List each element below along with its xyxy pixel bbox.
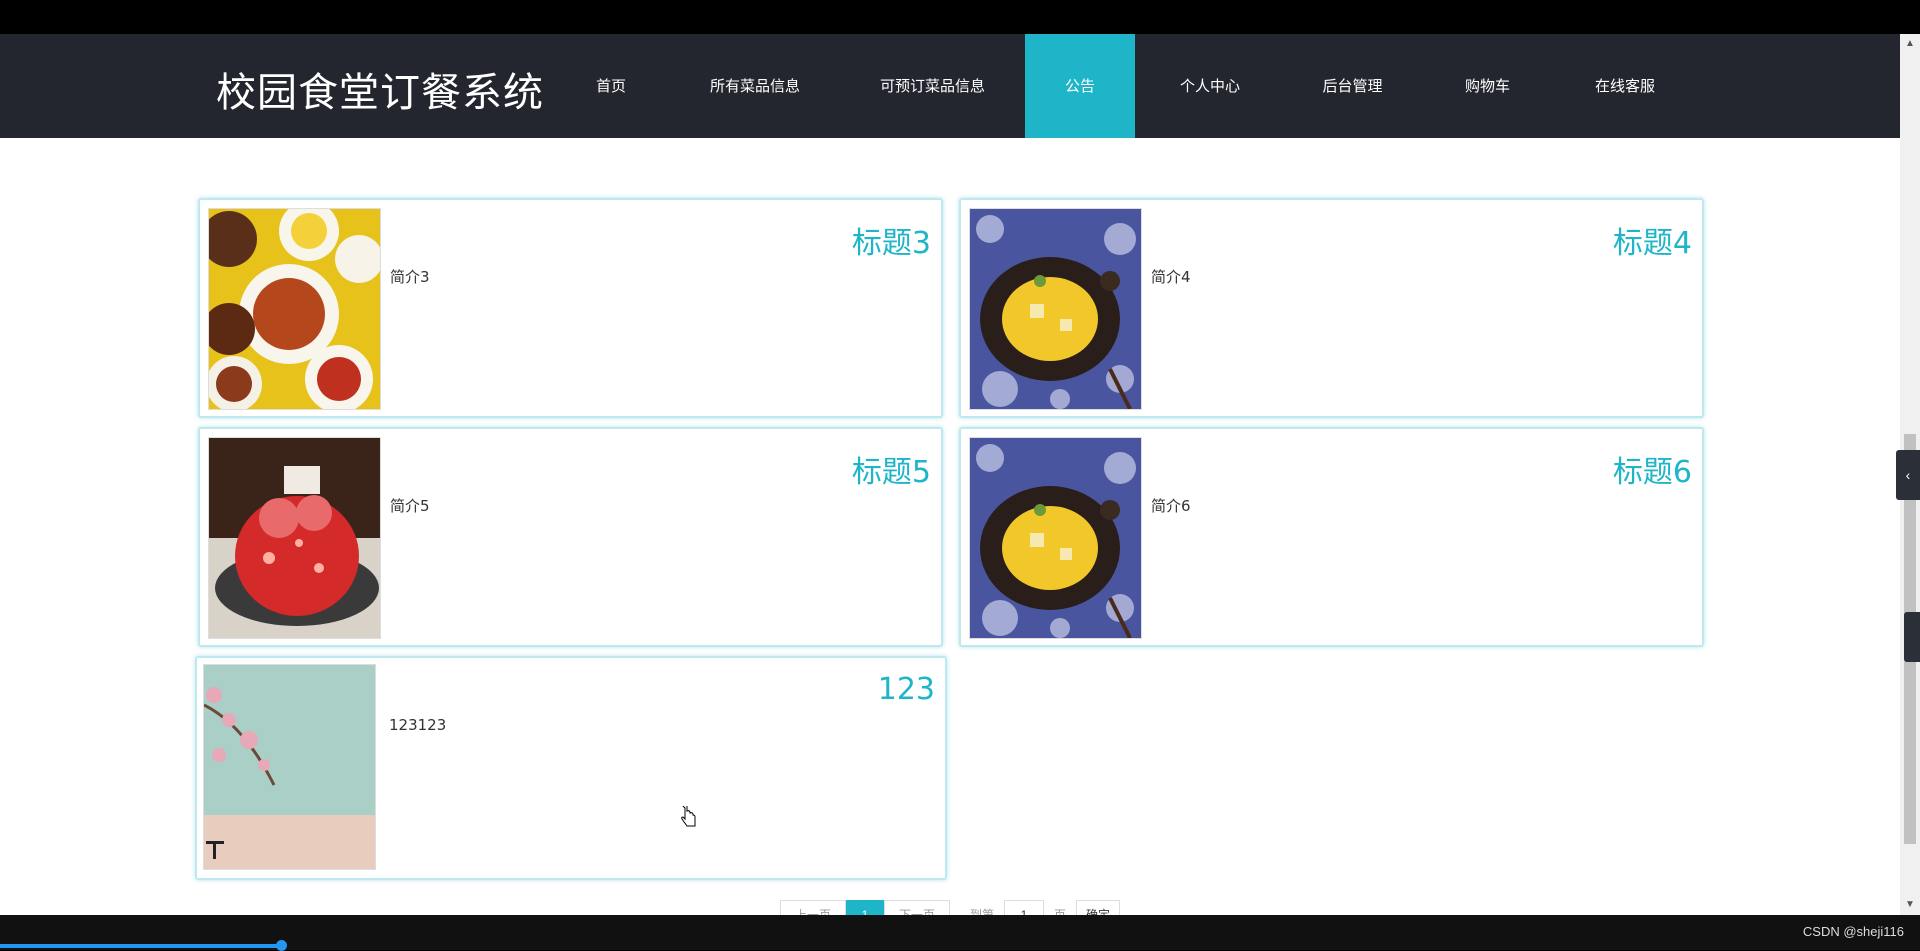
- hand-cursor-icon: [681, 806, 696, 827]
- scroll-up-arrow-icon[interactable]: ▲: [1904, 38, 1916, 50]
- video-bottom-bar: [0, 915, 1920, 950]
- card-title[interactable]: 123: [878, 672, 935, 707]
- goto-label: 到第: [970, 908, 995, 915]
- card-title[interactable]: 标题4: [1613, 218, 1692, 262]
- card-item[interactable]: 123 123123: [195, 656, 947, 880]
- watermark-text: CSDN @sheji116: [1802, 924, 1904, 939]
- card-item[interactable]: 标题4 简介4: [959, 198, 1704, 418]
- page-viewport: 标题3 简介3 标题4 简介4 标题5 简介5 标题6 简介6 123 1231…: [0, 34, 1900, 915]
- card-image: [969, 208, 1142, 410]
- nav-bookable-dishes[interactable]: 可预订菜品信息: [860, 34, 1005, 138]
- scroll-down-arrow-icon[interactable]: ▼: [1904, 899, 1916, 911]
- confirm-button[interactable]: 确定: [1076, 900, 1120, 915]
- card-item[interactable]: 标题5 简介5: [198, 427, 943, 647]
- nav-personal-center[interactable]: 个人中心: [1160, 34, 1260, 138]
- prev-page-button[interactable]: 上一页: [780, 900, 846, 915]
- card-description: 简介6: [1151, 497, 1191, 515]
- strawberry-ice-image: [209, 438, 380, 638]
- card-image: [203, 664, 376, 870]
- cherry-blossom-image: [204, 665, 375, 869]
- card-title[interactable]: 标题5: [852, 447, 931, 491]
- card-description: 简介5: [390, 497, 430, 515]
- video-progress-bar[interactable]: [0, 944, 282, 948]
- side-handle[interactable]: [1904, 612, 1920, 662]
- site-title[interactable]: 校园食堂订餐系统: [216, 60, 544, 118]
- side-collapse-toggle[interactable]: ‹: [1896, 450, 1920, 500]
- card-description: 简介3: [390, 268, 430, 286]
- card-item[interactable]: 标题6 简介6: [959, 427, 1704, 647]
- next-page-button[interactable]: 下一页: [884, 900, 950, 915]
- card-description: 123123: [389, 716, 447, 734]
- nav-announcements[interactable]: 公告: [1025, 34, 1135, 138]
- mango-dessert-image: [970, 438, 1141, 638]
- nav-cart[interactable]: 购物车: [1445, 34, 1530, 138]
- card-title[interactable]: 标题6: [1613, 447, 1692, 491]
- progress-handle[interactable]: [276, 940, 287, 951]
- page-number-input[interactable]: 1: [1004, 900, 1044, 915]
- page-unit-label: 页: [1054, 908, 1067, 915]
- card-image: [969, 437, 1142, 639]
- top-navbar: 校园食堂订餐系统 首页 所有菜品信息 可预订菜品信息 公告 个人中心 后台管理 …: [0, 34, 1900, 138]
- card-image: [208, 437, 381, 639]
- nav-home[interactable]: 首页: [566, 34, 656, 138]
- card-image: [208, 208, 381, 410]
- card-item[interactable]: 标题3 简介3: [198, 198, 943, 418]
- page-1-button[interactable]: 1: [846, 900, 884, 915]
- nav-online-service[interactable]: 在线客服: [1575, 34, 1675, 138]
- card-description: 简介4: [1151, 268, 1191, 286]
- food-plates-image: [209, 209, 380, 409]
- nav-admin[interactable]: 后台管理: [1305, 34, 1400, 138]
- card-title[interactable]: 标题3: [852, 218, 931, 262]
- chevron-left-icon: ‹: [1905, 467, 1911, 483]
- mango-dessert-image: [970, 209, 1141, 409]
- nav-all-dishes[interactable]: 所有菜品信息: [690, 34, 820, 138]
